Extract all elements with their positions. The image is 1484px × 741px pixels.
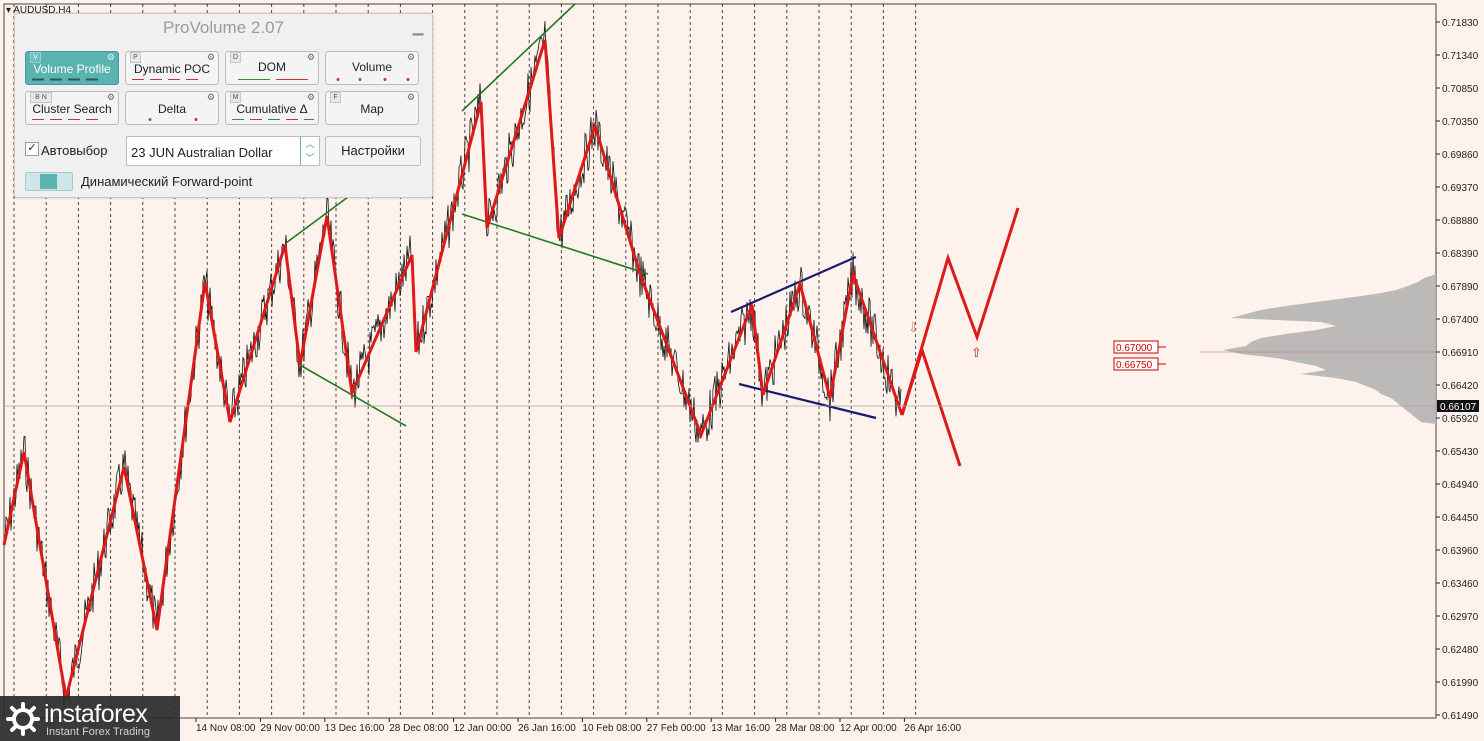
price-tick-label: 0.61990 [1442, 678, 1479, 689]
price-tick-label: 0.65920 [1442, 414, 1479, 425]
time-tick-label: 13 Mar 16:00 [711, 723, 770, 734]
watermark-tagline: Instant Forex Trading [46, 726, 150, 738]
down-arrow-icon: ⇩ [908, 320, 919, 335]
toggle-knob[interactable] [40, 174, 57, 189]
chevron-up-icon[interactable]: ︿ [301, 137, 319, 151]
indicator-bars [238, 79, 308, 80]
price-tick-label: 0.63460 [1442, 579, 1479, 590]
map-button[interactable]: F ⚙ Map [325, 91, 419, 125]
button-label: Volume [351, 60, 393, 74]
indicator-bars [132, 79, 198, 80]
price-tick-label: 0.64450 [1442, 513, 1479, 524]
provolume-panel[interactable]: ProVolume 2.07 ▁ V ⚙ Volume Profile P ⚙ … [14, 13, 433, 198]
instrument-select[interactable]: 23 JUN Australian Dollar ︿ ﹀ [126, 136, 320, 166]
time-tick-label: 14 Nov 08:00 [196, 723, 256, 734]
cumulative-delta-button[interactable]: M ⚙ Cumulative Δ [225, 91, 319, 125]
price-tick-label: 0.70350 [1442, 117, 1479, 128]
minimize-icon[interactable]: ▁ [412, 20, 424, 34]
price-tick-label: 0.68390 [1442, 249, 1479, 260]
volume-profile-button[interactable]: V ⚙ Volume Profile [25, 51, 119, 85]
price-tick-label: 0.69370 [1442, 183, 1479, 194]
cluster-search-button[interactable]: B N ⚙ Cluster Search [25, 91, 119, 125]
price-tick-label: 0.63960 [1442, 546, 1479, 557]
price-tick-label: 0.66910 [1442, 348, 1479, 359]
button-label: DOM [258, 60, 286, 74]
indicator-bars [32, 119, 98, 120]
price-level-label: 0.67000 [1116, 343, 1153, 354]
time-tick-label: 29 Nov 00:00 [260, 723, 320, 734]
price-tick-label: 0.61490 [1442, 711, 1479, 722]
indicator-bars [32, 78, 98, 81]
price-tick-label: 0.64940 [1442, 480, 1479, 491]
button-label: Cluster Search [32, 102, 112, 116]
indicator-dots [336, 78, 410, 81]
time-tick-label: 13 Dec 16:00 [325, 723, 385, 734]
time-tick-label: 28 Dec 08:00 [389, 723, 449, 734]
delta-button[interactable]: ⚙ Delta [125, 91, 219, 125]
price-tick-label: 0.68880 [1442, 216, 1479, 227]
time-tick-label: 10 Feb 08:00 [582, 723, 641, 734]
price-tick-label: 0.70850 [1442, 84, 1479, 95]
button-label: Cumulative Δ [236, 102, 308, 116]
price-tick-label: 0.69860 [1442, 150, 1479, 161]
price-tick-label: 0.62480 [1442, 645, 1479, 656]
up-arrow-icon: ⇧ [971, 345, 982, 360]
button-label: Dynamic POC [133, 62, 210, 76]
time-tick-label: 26 Jan 16:00 [518, 723, 576, 734]
price-tick-label: 0.71340 [1442, 51, 1479, 62]
instrument-value: 23 JUN Australian Dollar [131, 145, 273, 160]
watermark-brand: instaforex [44, 700, 148, 728]
volume-button[interactable]: ⚙ Volume [325, 51, 419, 85]
indicator-bars [232, 119, 314, 120]
time-tick-label: 12 Jan 00:00 [454, 723, 512, 734]
dynamic-poc-button[interactable]: P ⚙ Dynamic POC [125, 51, 219, 85]
button-label: Delta [157, 102, 186, 116]
time-tick-label: 12 Apr 00:00 [840, 723, 897, 734]
panel-title: ProVolume 2.07 [163, 18, 284, 37]
price-tick-label: 0.66420 [1442, 381, 1479, 392]
instaforex-watermark: instaforex Instant Forex Trading [0, 696, 180, 741]
indicator-dots [148, 118, 198, 121]
price-tick-label: 0.71830 [1442, 18, 1479, 29]
dom-button[interactable]: D ⚙ DOM [225, 51, 319, 85]
auto-select-checkbox[interactable]: ✓ [25, 142, 39, 156]
price-tick-label: 0.62970 [1442, 612, 1479, 623]
current-price-label: 0.66107 [1440, 402, 1477, 413]
forward-point-toggle[interactable] [25, 172, 73, 191]
time-tick-label: 26 Apr 16:00 [904, 723, 961, 734]
instrument-spinner[interactable]: ︿ ﹀ [300, 137, 319, 165]
forward-point-label: Динамический Forward-point [81, 174, 253, 189]
button-label: Volume Profile [33, 62, 111, 76]
time-tick-label: 28 Mar 08:00 [776, 723, 835, 734]
price-tick-label: 0.67890 [1442, 282, 1479, 293]
settings-button[interactable]: Настройки [325, 136, 421, 166]
price-level-label: 0.66750 [1116, 360, 1153, 371]
price-tick-label: 0.65430 [1442, 447, 1479, 458]
auto-select-label: Автовыбор [41, 143, 108, 158]
instaforex-logo-icon [6, 702, 40, 736]
chevron-down-icon[interactable]: ﹀ [301, 151, 319, 165]
time-tick-label: 27 Feb 00:00 [647, 723, 706, 734]
price-tick-label: 0.67400 [1442, 315, 1479, 326]
button-label: Map [360, 102, 384, 116]
